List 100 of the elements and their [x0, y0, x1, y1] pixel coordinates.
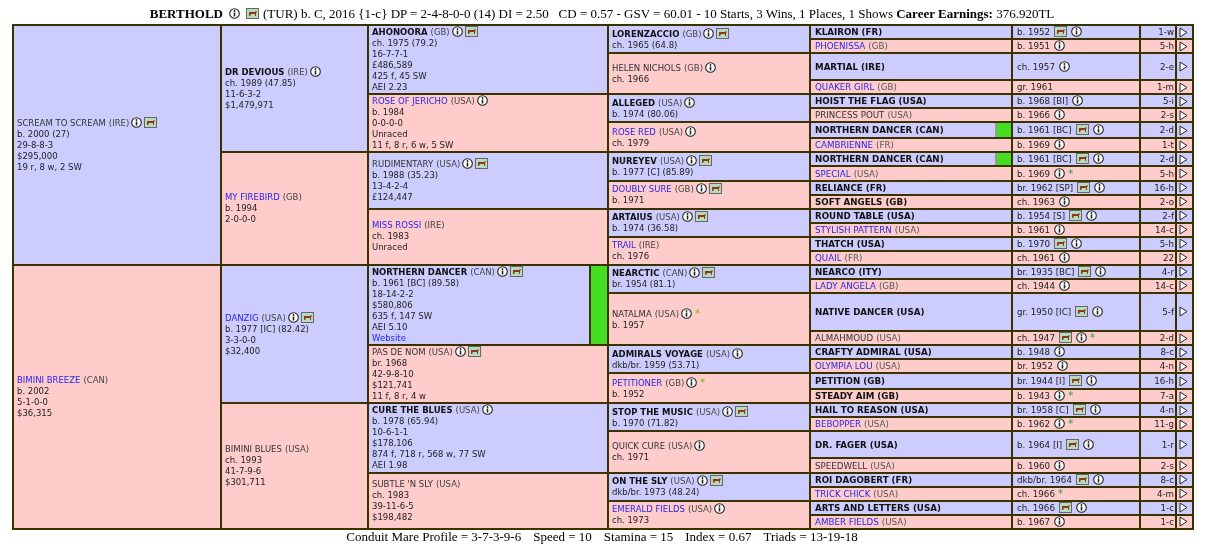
horse-photo-icon[interactable]: [1069, 209, 1083, 221]
info-icon[interactable]: [1054, 40, 1066, 52]
horse-photo-icon[interactable]: [1069, 375, 1083, 387]
horse-name[interactable]: PETITIONER: [612, 377, 663, 388]
horse-photo-icon[interactable]: [699, 155, 713, 166]
arrow-icon[interactable]: [1179, 418, 1188, 430]
info-icon[interactable]: [1083, 438, 1095, 450]
horse-name[interactable]: PHOENISSA: [815, 41, 866, 52]
info-icon[interactable]: [703, 27, 715, 39]
info-icon[interactable]: [1071, 237, 1083, 249]
horse-photo-icon[interactable]: [475, 158, 489, 170]
arrow-icon[interactable]: [1179, 196, 1188, 208]
arrow-icon[interactable]: [1179, 26, 1188, 38]
info-icon[interactable]: [1094, 181, 1106, 193]
info-icon[interactable]: [689, 267, 701, 279]
info-icon[interactable]: [454, 346, 466, 358]
horse-name[interactable]: TRAIL: [612, 239, 636, 250]
info-icon[interactable]: [451, 26, 463, 38]
info-icon[interactable]: [1086, 209, 1098, 221]
horse-photo-icon[interactable]: [1075, 473, 1089, 485]
info-icon[interactable]: [1072, 95, 1084, 107]
info-icon[interactable]: [732, 347, 744, 359]
info-icon[interactable]: [686, 155, 698, 166]
horse-name[interactable]: DANZIG: [225, 312, 259, 323]
arrow-icon[interactable]: [1179, 210, 1188, 222]
horse-name[interactable]: DOUBLY SURE: [612, 184, 672, 195]
horse-photo-icon[interactable]: [1075, 305, 1089, 317]
horse-photo-icon[interactable]: [1058, 332, 1072, 344]
info-icon[interactable]: [1086, 375, 1098, 387]
arrow-icon[interactable]: [1179, 238, 1188, 250]
horse-photo-icon[interactable]: [702, 267, 716, 279]
info-icon[interactable]: [1054, 459, 1066, 471]
info-icon[interactable]: [1075, 332, 1087, 344]
horse-photo-icon[interactable]: [144, 116, 158, 128]
arrow-icon[interactable]: [1179, 95, 1188, 107]
arrow-icon[interactable]: [1179, 375, 1188, 387]
arrow-icon[interactable]: [1179, 390, 1188, 402]
horse-name[interactable]: AMBER FIELDS: [815, 516, 879, 527]
arrow-icon[interactable]: [1179, 474, 1188, 486]
info-icon[interactable]: [681, 307, 692, 319]
info-icon[interactable]: [1075, 501, 1087, 513]
arrow-icon[interactable]: [1179, 40, 1188, 52]
horse-photo-icon[interactable]: [1054, 237, 1068, 249]
horse-name[interactable]: MISS ROSSI: [372, 220, 422, 231]
info-icon[interactable]: [1095, 265, 1107, 277]
info-icon[interactable]: [228, 8, 240, 19]
horse-name[interactable]: QUAKER GIRL: [815, 82, 875, 93]
arrow-icon[interactable]: [1179, 266, 1188, 278]
arrow-icon[interactable]: [1179, 439, 1188, 451]
horse-photo-icon[interactable]: [1075, 153, 1089, 165]
arrow-icon[interactable]: [1179, 346, 1188, 358]
horse-photo-icon[interactable]: [1054, 26, 1068, 37]
info-icon[interactable]: [309, 66, 321, 78]
arrow-icon[interactable]: [1179, 182, 1188, 194]
info-icon[interactable]: [722, 405, 734, 417]
arrow-icon[interactable]: [1179, 306, 1188, 318]
horse-photo-icon[interactable]: [1077, 181, 1091, 193]
info-icon[interactable]: [1056, 360, 1068, 372]
info-icon[interactable]: [695, 183, 707, 195]
info-icon[interactable]: [1092, 305, 1104, 317]
arrow-icon[interactable]: [1179, 153, 1188, 165]
horse-photo-icon[interactable]: [464, 26, 478, 38]
arrow-icon[interactable]: [1179, 139, 1188, 151]
arrow-icon[interactable]: [1179, 168, 1188, 179]
horse-photo-icon[interactable]: [1075, 124, 1089, 136]
website-link[interactable]: Website: [372, 332, 406, 343]
horse-name[interactable]: EMERALD FIELDS: [612, 504, 685, 515]
info-icon[interactable]: [1054, 515, 1066, 527]
arrow-icon[interactable]: [1179, 252, 1188, 264]
info-icon[interactable]: [714, 503, 726, 515]
horse-name[interactable]: CAMBRIENNE: [815, 140, 874, 151]
info-icon[interactable]: [1054, 167, 1066, 179]
arrow-icon[interactable]: [1179, 61, 1188, 73]
info-icon[interactable]: [1054, 109, 1066, 121]
horse-photo-icon[interactable]: [1078, 265, 1092, 277]
arrow-icon[interactable]: [1179, 502, 1188, 514]
info-icon[interactable]: [287, 311, 299, 323]
info-icon[interactable]: [686, 376, 698, 388]
horse-name[interactable]: SPECIAL: [815, 168, 851, 179]
info-icon[interactable]: [476, 95, 488, 107]
info-icon[interactable]: [685, 125, 697, 137]
info-icon[interactable]: [1092, 153, 1104, 165]
info-icon[interactable]: [1054, 346, 1066, 358]
horse-photo-icon[interactable]: [1066, 438, 1080, 450]
horse-name[interactable]: ROSE RED: [612, 126, 656, 137]
info-icon[interactable]: [481, 404, 493, 416]
horse-name[interactable]: LADY ANGELA: [815, 280, 876, 291]
horse-name[interactable]: TRICK CHICK: [815, 488, 871, 499]
horse-photo-icon[interactable]: [1058, 501, 1072, 513]
horse-photo-icon[interactable]: [735, 405, 749, 417]
horse-name[interactable]: BIMINI BREEZE: [17, 374, 81, 385]
info-icon[interactable]: [1054, 418, 1066, 430]
info-icon[interactable]: [684, 96, 696, 108]
info-icon[interactable]: [131, 116, 143, 128]
arrow-icon[interactable]: [1179, 460, 1188, 471]
horse-photo-icon[interactable]: [709, 475, 723, 487]
info-icon[interactable]: [696, 475, 708, 487]
arrow-icon[interactable]: [1179, 360, 1188, 372]
info-icon[interactable]: [1071, 26, 1083, 37]
arrow-icon[interactable]: [1179, 280, 1188, 292]
